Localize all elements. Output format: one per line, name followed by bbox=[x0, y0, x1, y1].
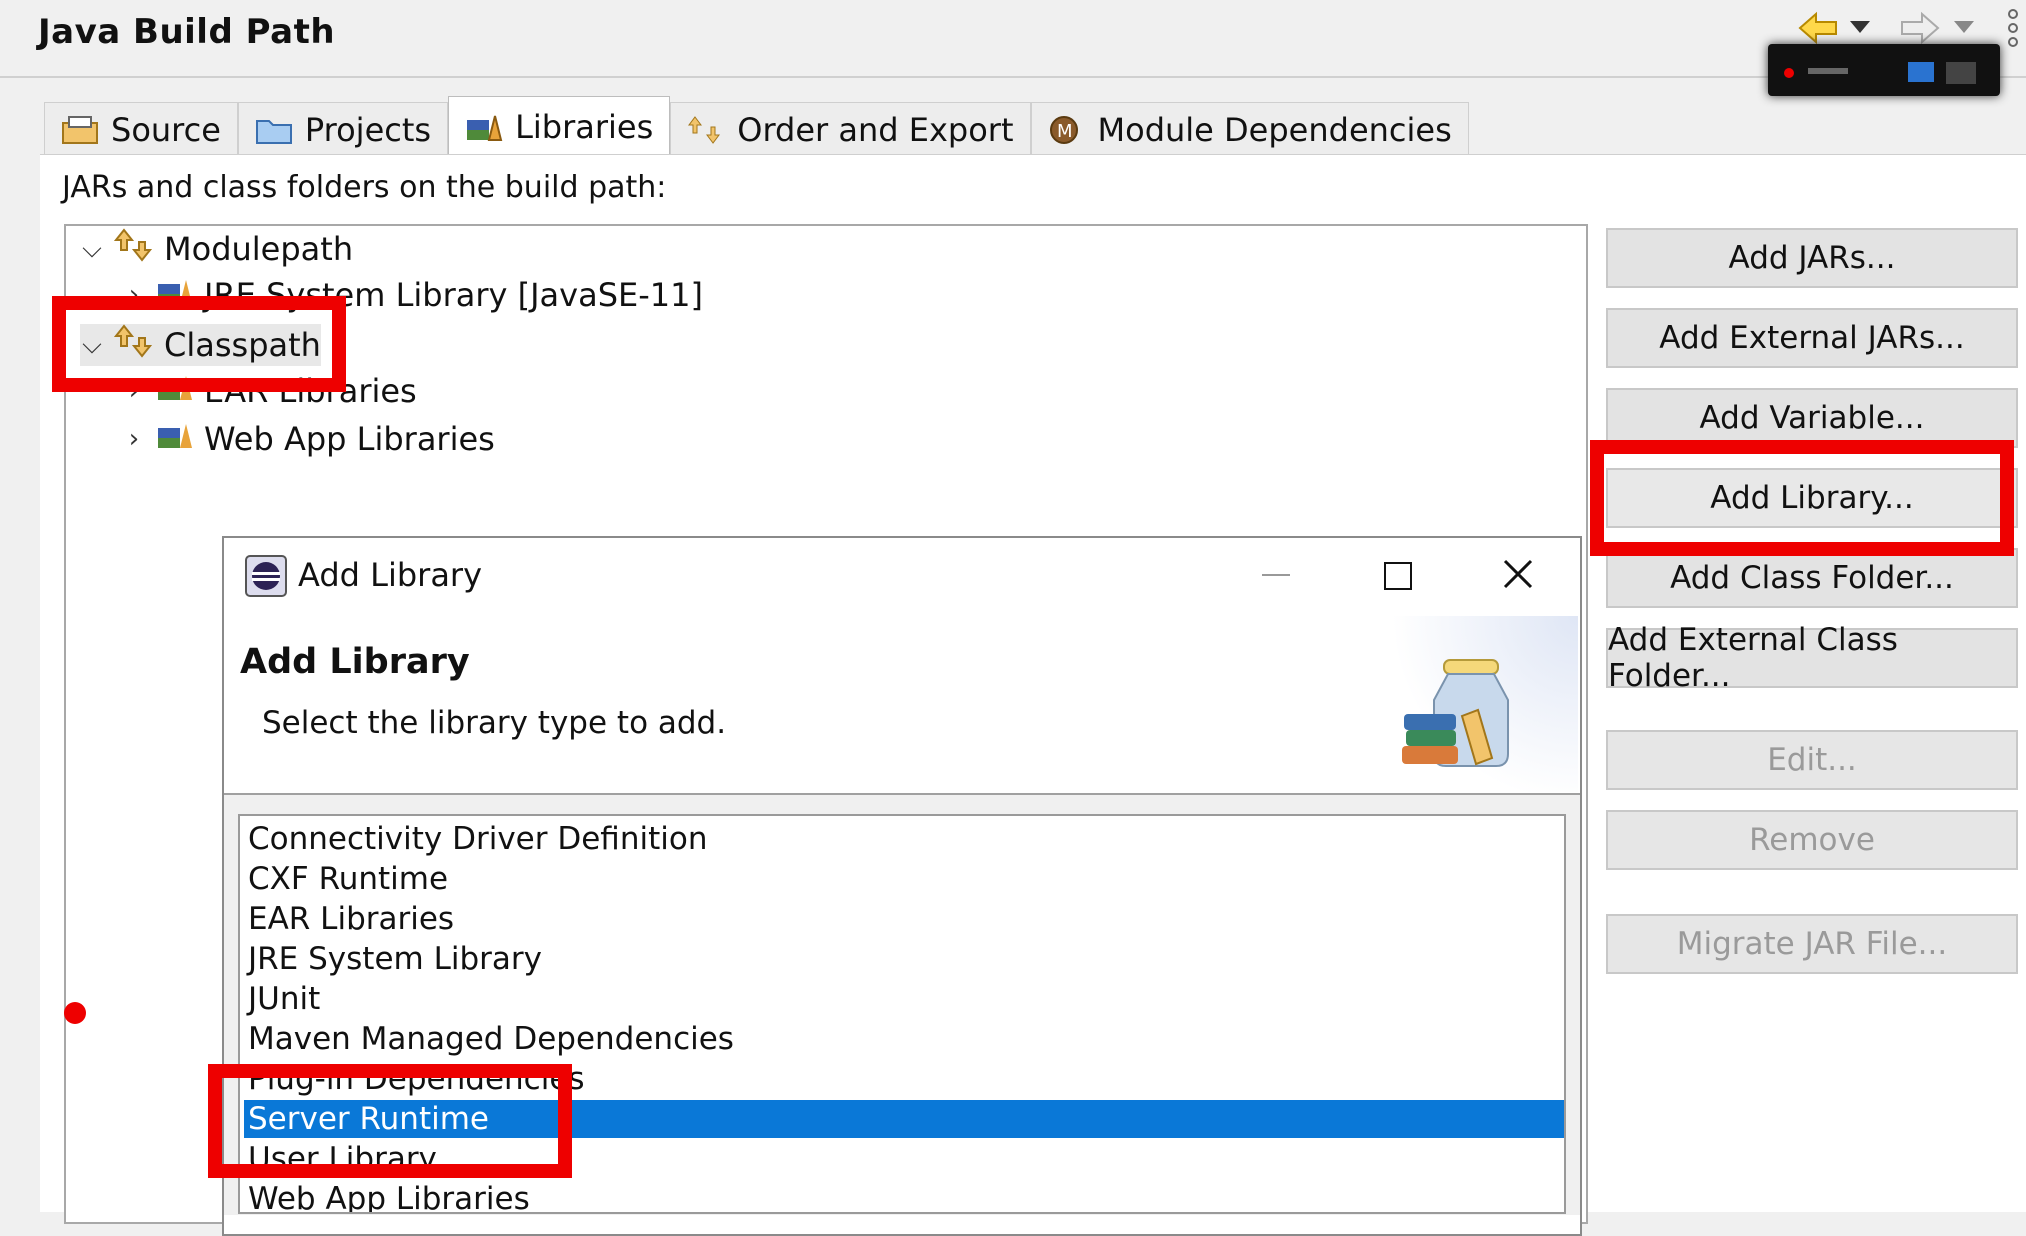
list-item[interactable]: EAR Libraries bbox=[248, 900, 454, 938]
chevron-down-icon[interactable]: ⌵ bbox=[80, 234, 104, 265]
back-dropdown-icon[interactable] bbox=[1850, 20, 1870, 39]
add-external-class-folder-button[interactable]: Add External Class Folder... bbox=[1606, 622, 2018, 694]
dialog-heading: Add Library bbox=[240, 642, 470, 682]
tree-item-modulepath[interactable]: ⌵ Modulepath bbox=[80, 228, 353, 270]
minimize-icon[interactable] bbox=[1262, 574, 1290, 576]
modulepath-icon bbox=[113, 228, 154, 270]
libraries-icon bbox=[465, 112, 503, 142]
tree-item-label: Modulepath bbox=[164, 230, 354, 268]
migrate-jar-button[interactable]: Migrate JAR File... bbox=[1606, 914, 2018, 974]
tree-item-label: Web App Libraries bbox=[204, 420, 495, 458]
annotation-highlight-add-library bbox=[1590, 440, 2014, 556]
tab-label: Source bbox=[111, 110, 221, 149]
tab-module-dependencies[interactable]: M Module Dependencies bbox=[1030, 102, 1469, 156]
remove-button[interactable]: Remove bbox=[1606, 810, 2018, 870]
projects-folder-icon bbox=[255, 115, 293, 145]
list-item[interactable]: Web App Libraries bbox=[248, 1180, 530, 1212]
source-folder-icon bbox=[61, 115, 99, 145]
tab-label: Module Dependencies bbox=[1097, 110, 1452, 149]
tab-bar: Source Projects Libraries Order and Expo… bbox=[44, 96, 1469, 156]
svg-text:M: M bbox=[1057, 121, 1073, 142]
dialog-banner bbox=[224, 614, 1580, 794]
list-item[interactable]: JRE System Library bbox=[248, 940, 542, 978]
library-icon bbox=[156, 420, 194, 458]
list-item[interactable]: Maven Managed Dependencies bbox=[248, 1020, 734, 1058]
tab-order-and-export[interactable]: Order and Export bbox=[670, 102, 1031, 156]
library-jar-icon bbox=[1400, 654, 1520, 778]
dialog-description: Select the library type to add. bbox=[262, 705, 727, 741]
page-title: Java Build Path bbox=[38, 12, 336, 52]
order-export-icon bbox=[687, 115, 725, 145]
recording-overlay bbox=[1768, 44, 2000, 96]
add-variable-button[interactable]: Add Variable... bbox=[1606, 388, 2018, 448]
maximize-icon[interactable] bbox=[1384, 562, 1412, 590]
add-class-folder-button[interactable]: Add Class Folder... bbox=[1606, 548, 2018, 608]
chevron-right-icon[interactable]: › bbox=[122, 424, 146, 454]
tab-label: Projects bbox=[304, 110, 432, 149]
annotation-highlight-server-runtime bbox=[208, 1064, 572, 1178]
build-path-label: JARs and class folders on the build path… bbox=[62, 170, 667, 205]
add-jars-button[interactable]: Add JARs... bbox=[1606, 228, 2018, 288]
tab-libraries[interactable]: Libraries bbox=[448, 96, 671, 156]
list-item[interactable]: JUnit bbox=[248, 980, 320, 1018]
dialog-window-title: Add Library bbox=[298, 556, 483, 594]
tab-label: Libraries bbox=[515, 107, 654, 146]
tab-source[interactable]: Source bbox=[44, 102, 238, 156]
add-external-jars-button[interactable]: Add External JARs... bbox=[1606, 308, 2018, 368]
tab-projects[interactable]: Projects bbox=[237, 102, 449, 156]
module-icon: M bbox=[1048, 115, 1086, 145]
more-options-icon[interactable] bbox=[2006, 6, 2020, 54]
annotation-highlight-classpath bbox=[52, 296, 346, 392]
red-marker-dot bbox=[64, 1002, 86, 1024]
list-item[interactable]: Connectivity Driver Definition bbox=[248, 820, 707, 858]
tree-item-web-app-libraries[interactable]: › Web App Libraries bbox=[122, 420, 495, 458]
tab-label: Order and Export bbox=[737, 110, 1014, 149]
forward-dropdown-icon[interactable] bbox=[1954, 20, 1974, 39]
list-item[interactable]: CXF Runtime bbox=[248, 860, 448, 898]
eclipse-icon bbox=[244, 554, 288, 602]
edit-button[interactable]: Edit... bbox=[1606, 730, 2018, 790]
close-icon[interactable] bbox=[1502, 558, 1534, 594]
